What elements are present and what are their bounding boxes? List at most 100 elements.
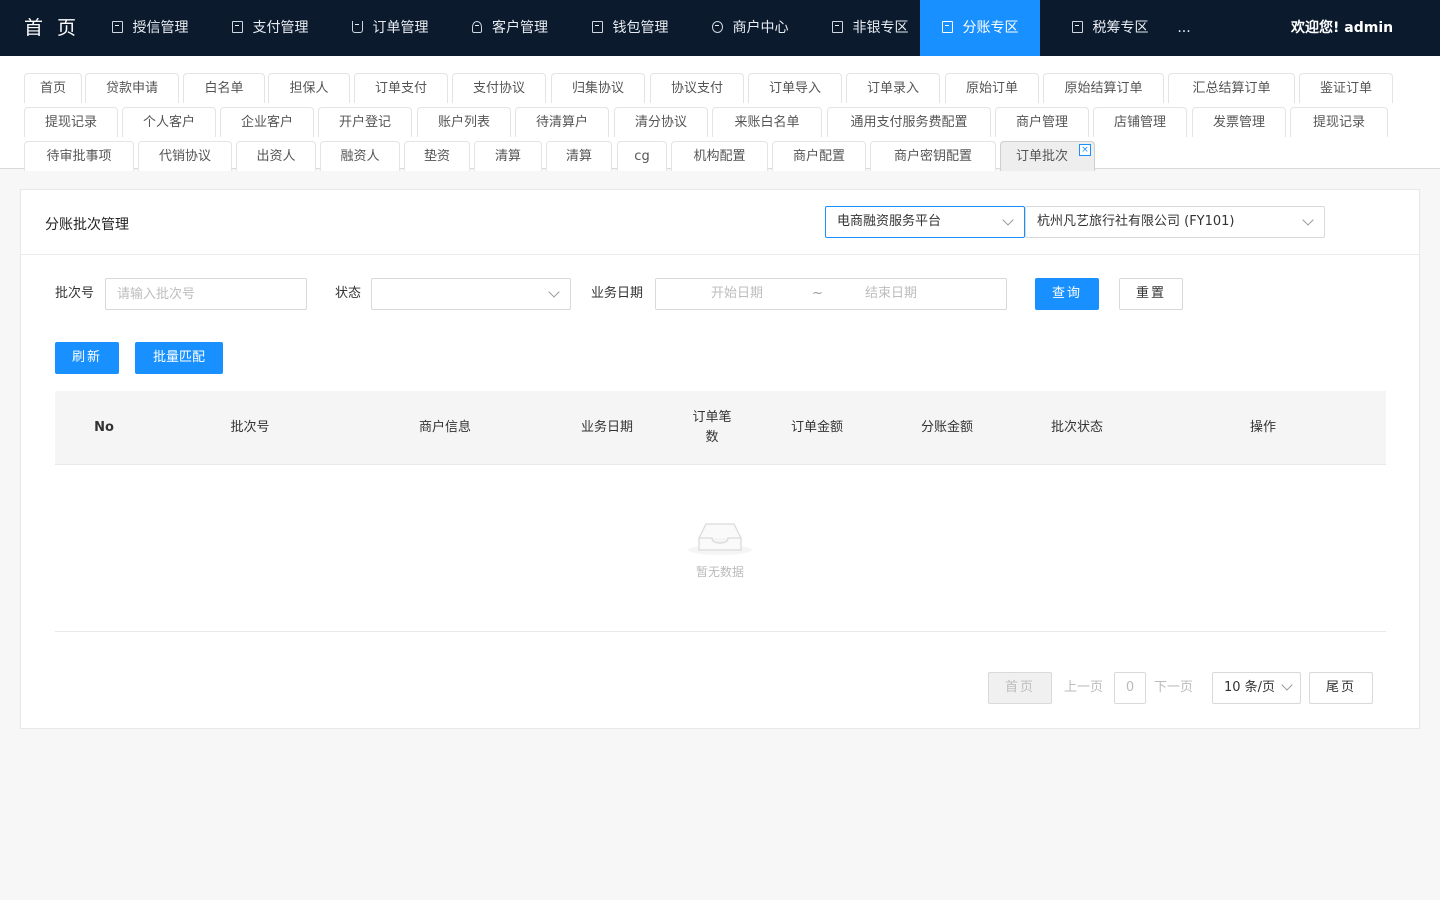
tab-enterprise-customer[interactable]: 企业客户: [220, 107, 314, 137]
nav-item-non-bank[interactable]: 非银专区: [820, 0, 920, 56]
query-button[interactable]: 查询: [1035, 278, 1099, 310]
tab-personal-customer[interactable]: 个人客户: [122, 107, 216, 137]
tab-institution-config[interactable]: 机构配置: [671, 141, 768, 171]
tab-payment-fee-config[interactable]: 通用支付服务费配置: [827, 107, 991, 137]
shield-icon: [831, 21, 843, 33]
page-number-input[interactable]: 0: [1114, 672, 1146, 704]
tab-loan-apply[interactable]: 贷款申请: [85, 73, 179, 103]
platform-select[interactable]: 电商融资服务平台: [825, 206, 1025, 238]
nav-item-merchant-center[interactable]: 商户中心: [700, 0, 800, 56]
empty-state-text: 暂无数据: [695, 565, 744, 579]
tab-account-list[interactable]: 账户列表: [417, 107, 511, 137]
nav-item-wallet[interactable]: 钱包管理: [580, 0, 680, 56]
page-title: 分账批次管理: [45, 217, 129, 233]
tab-verified-order[interactable]: 鉴证订单: [1299, 73, 1393, 103]
tab-pending-approval[interactable]: 待审批事项: [24, 141, 134, 171]
page-size-select[interactable]: 10 条/页: [1212, 672, 1301, 704]
tab-collection-agreement[interactable]: 归集协议: [551, 73, 645, 103]
tab-incoming-whitelist[interactable]: 来账白名单: [712, 107, 822, 137]
nav-item-payment[interactable]: 支付管理: [220, 0, 320, 56]
nav-item-split[interactable]: 分账专区: [920, 0, 1040, 56]
column-order-count: 订单笔数: [692, 410, 732, 445]
chevron-down-icon: [1002, 214, 1014, 226]
shield-icon: [1071, 21, 1083, 33]
start-date-placeholder[interactable]: 开始日期: [711, 279, 763, 309]
tab-whitelist[interactable]: 白名单: [183, 73, 265, 103]
tab-merchant-config[interactable]: 商户配置: [772, 141, 866, 171]
tab-summary-settlement-order[interactable]: 汇总结算订单: [1168, 73, 1295, 103]
column-business-date: 业务日期: [580, 420, 633, 435]
column-merchant-info: 商户信息: [418, 420, 471, 435]
batch-match-button[interactable]: 批量匹配: [135, 342, 223, 374]
close-icon[interactable]: ×: [1079, 144, 1091, 156]
nav-item-orders[interactable]: 订单管理: [340, 0, 440, 56]
table-bottom-border: [55, 631, 1386, 632]
column-batch-status: 批次状态: [1050, 420, 1103, 435]
next-page-button[interactable]: 下一页: [1154, 672, 1193, 704]
tab-advance[interactable]: 垫资: [404, 141, 470, 171]
first-page-button[interactable]: 首页: [988, 672, 1052, 704]
chevron-down-icon: [1281, 679, 1293, 691]
business-date-range[interactable]: 开始日期 ~ 结束日期: [655, 278, 1007, 310]
tab-clearing-agreement[interactable]: 清分协议: [614, 107, 708, 137]
doc-icon: [111, 21, 123, 33]
column-no: No: [94, 420, 114, 435]
brand-home[interactable]: 首 页: [24, 0, 80, 56]
nav-item-more[interactable]: ...: [1174, 0, 1194, 56]
tab-agreement-payment[interactable]: 协议支付: [650, 73, 744, 103]
empty-inbox-icon: [688, 523, 752, 555]
prev-page-button[interactable]: 上一页: [1064, 672, 1103, 704]
tab-payment-agreement[interactable]: 支付协议: [452, 73, 546, 103]
tab-cg[interactable]: cg: [617, 141, 667, 171]
tab-shop-management[interactable]: 店铺管理: [1093, 107, 1187, 137]
batch-no-input[interactable]: [105, 278, 307, 310]
status-select[interactable]: [371, 278, 571, 310]
reset-button[interactable]: 重置: [1119, 278, 1183, 310]
tab-order-entry[interactable]: 订单录入: [846, 73, 940, 103]
refresh-button[interactable]: 刷新: [55, 342, 119, 374]
chevron-down-icon: [548, 286, 560, 298]
tab-withdraw-record-2[interactable]: 提现记录: [1290, 107, 1388, 137]
top-nav: 首 页 授信管理 支付管理 订单管理 客户管理 钱包管理 商户中心 非银专区 分…: [0, 0, 1440, 56]
nav-item-tax[interactable]: 税筹专区: [1060, 0, 1160, 56]
column-batch-no: 批次号: [230, 420, 270, 435]
tab-guarantor[interactable]: 担保人: [268, 73, 350, 103]
tab-clearing[interactable]: 清算: [474, 141, 542, 171]
tab-order-import[interactable]: 订单导入: [748, 73, 842, 103]
clock-icon: [711, 21, 723, 33]
business-date-label: 业务日期: [591, 286, 644, 301]
tab-invoice-management[interactable]: 发票管理: [1192, 107, 1286, 137]
shield-icon: [941, 21, 953, 33]
merchant-select[interactable]: 杭州凡艺旅行社有限公司 (FY101): [1025, 206, 1325, 238]
tab-merchant-key-config[interactable]: 商户密钥配置: [870, 141, 996, 171]
batch-no-label: 批次号: [55, 286, 95, 301]
tab-clearing-2[interactable]: 清算: [546, 141, 612, 171]
divider: [21, 254, 1419, 255]
tab-home[interactable]: 首页: [24, 73, 82, 103]
tab-merchant-management[interactable]: 商户管理: [995, 107, 1089, 137]
tab-account-open[interactable]: 开户登记: [318, 107, 412, 137]
tab-financier[interactable]: 融资人: [320, 141, 400, 171]
nav-item-credit[interactable]: 授信管理: [100, 0, 200, 56]
last-page-button[interactable]: 尾页: [1309, 672, 1373, 704]
cart-icon: [351, 21, 363, 33]
doc-icon: [591, 21, 603, 33]
tab-pending-clearing[interactable]: 待清算户: [515, 107, 609, 137]
tab-order-payment[interactable]: 订单支付: [354, 73, 448, 103]
batch-management-card: 分账批次管理 电商融资服务平台 杭州凡艺旅行社有限公司 (FY101) 批次号 …: [20, 189, 1420, 729]
table-header: No 批次号 商户信息 业务日期 订单笔数 订单金额 分账金额 批次状态 操作: [55, 391, 1386, 465]
user-icon: [472, 21, 482, 33]
tab-investor[interactable]: 出资人: [236, 141, 316, 171]
end-date-placeholder[interactable]: 结束日期: [865, 279, 917, 309]
tab-original-settlement-order[interactable]: 原始结算订单: [1043, 73, 1164, 103]
tab-consignment-agreement[interactable]: 代销协议: [138, 141, 232, 171]
shield-icon: [231, 21, 243, 33]
tab-order-batch[interactable]: 订单批次 ×: [1000, 141, 1095, 171]
open-tabs: 首页 贷款申请 白名单 担保人 订单支付 支付协议 归集协议 协议支付 订单导入…: [0, 56, 1440, 171]
tab-withdraw-record[interactable]: 提现记录: [24, 107, 118, 137]
column-order-amount: 订单金额: [790, 420, 843, 435]
tab-original-order[interactable]: 原始订单: [945, 73, 1039, 103]
column-actions: 操作: [1249, 420, 1276, 435]
nav-item-customers[interactable]: 客户管理: [460, 0, 560, 56]
status-label: 状态: [335, 286, 362, 301]
